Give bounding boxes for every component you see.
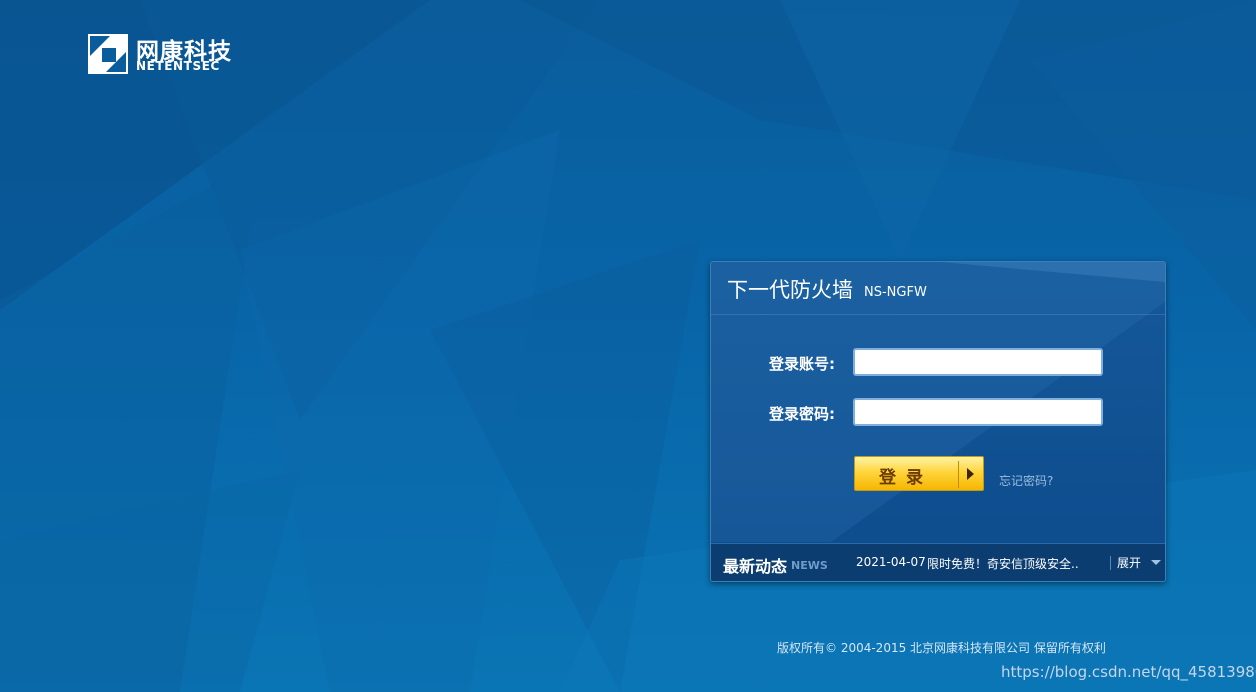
chevron-down-icon: [1150, 560, 1161, 565]
product-code: NS-NGFW: [864, 285, 927, 300]
login-button[interactable]: 登录: [854, 456, 984, 491]
panel-header: 下一代防火墙 NS-NGFW: [711, 262, 1165, 315]
login-page: 网康科技 NETENTSEC 下一代防火墙 NS-NGFW 登录账号: 登录密码…: [0, 0, 1256, 692]
play-arrow-icon: [967, 468, 974, 480]
blog-watermark: https://blog.csdn.net/qq_45813980: [1001, 663, 1256, 681]
password-label: 登录密码:: [769, 405, 835, 423]
account-label: 登录账号:: [769, 355, 835, 373]
news-title: 最新动态: [723, 557, 788, 576]
product-title: 下一代防火墙: [727, 278, 853, 302]
logo-name-en: NETENTSEC: [136, 59, 220, 73]
expand-news-button[interactable]: 展开: [1117, 554, 1161, 571]
news-divider: [1110, 556, 1111, 570]
netentsec-logo: 网康科技 NETENTSEC: [88, 34, 248, 74]
logo-mark-icon: [88, 34, 128, 74]
expand-label: 展开: [1117, 556, 1142, 570]
login-button-divider: [958, 461, 959, 488]
login-panel: 下一代防火墙 NS-NGFW 登录账号: 登录密码: 登录 忘记密码? 最新动态…: [710, 261, 1166, 582]
password-input[interactable]: [853, 398, 1103, 426]
account-input[interactable]: [853, 348, 1103, 376]
news-date: 2021-04-07: [856, 555, 926, 569]
forgot-password-link[interactable]: 忘记密码?: [999, 472, 1053, 489]
copyright-text: 版权所有© 2004-2015 北京网康科技有限公司 保留所有权利: [777, 641, 1106, 655]
news-tag: NEWS: [791, 559, 828, 572]
news-bar: 最新动态 NEWS 2021-04-07 限时免费！奇安信顶级安全.. 展开: [711, 543, 1165, 581]
login-button-label: 登录: [879, 468, 933, 487]
news-headline-link[interactable]: 限时免费！奇安信顶级安全..: [927, 555, 1095, 572]
